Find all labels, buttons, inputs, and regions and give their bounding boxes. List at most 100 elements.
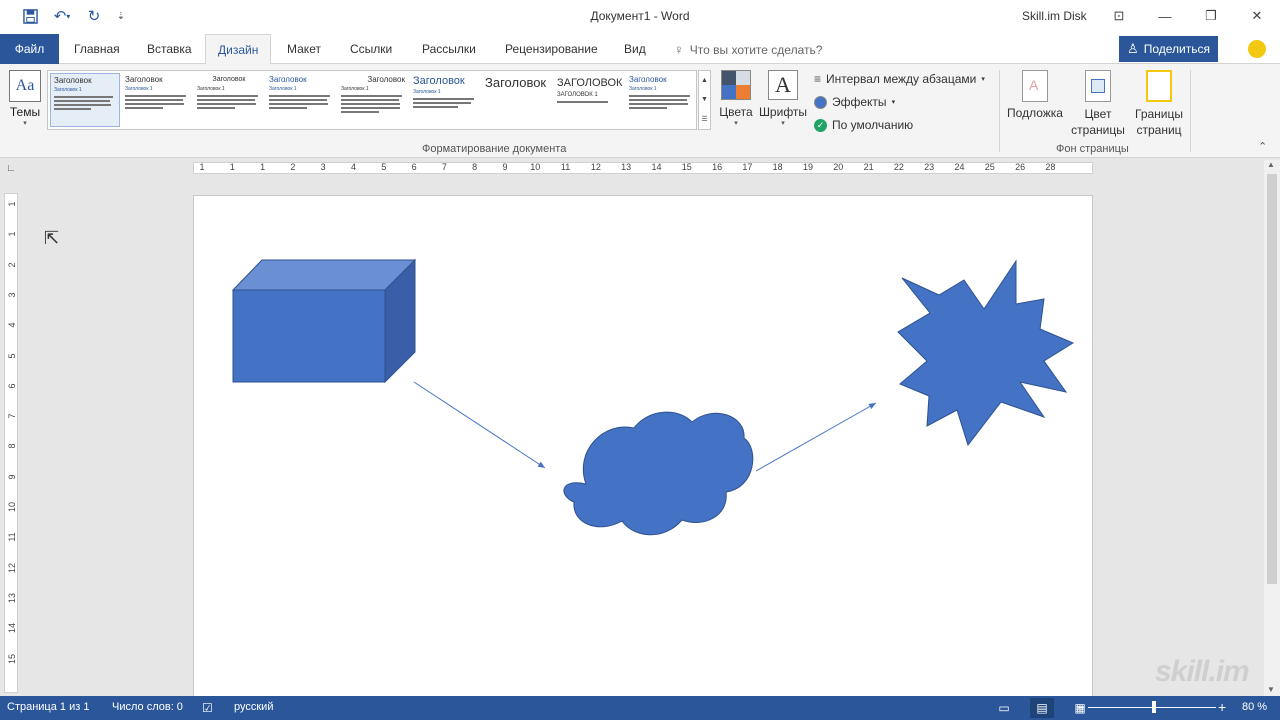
ruler-number: 13 (7, 592, 17, 603)
close-icon[interactable]: ✕ (1234, 0, 1280, 32)
explosion-shape[interactable] (897, 259, 1075, 447)
effects-button[interactable]: Эффекты ▾ (814, 93, 895, 111)
paragraph-spacing-button[interactable]: ≡ Интервал между абзацами ▾ (814, 70, 985, 88)
page-borders-button[interactable]: Границы страниц (1132, 70, 1186, 138)
tab-insert[interactable]: Вставка (147, 34, 192, 64)
style-set-item[interactable]: Заголовок Заголовок 1 (338, 73, 408, 127)
zoom-in-icon[interactable]: + (1218, 699, 1226, 715)
themes-label: Темы (9, 105, 41, 119)
style-set-preview-lines (125, 95, 189, 109)
connector-arrow[interactable] (755, 402, 877, 472)
gallery-scroll[interactable]: ▲ ▼ ☰ (698, 70, 711, 130)
ruler-number: 3 (7, 292, 17, 298)
style-set-item[interactable]: Заголовок Заголовок 1 (626, 73, 696, 127)
scroll-up-icon[interactable]: ▲ (1267, 160, 1275, 169)
tell-me-box[interactable]: ♀ Что вы хотите сделать? (674, 42, 822, 57)
checkmark-icon: ✓ (814, 118, 827, 132)
style-set-subheading: Заголовок 1 (413, 89, 441, 95)
feedback-smiley-icon[interactable] (1248, 40, 1266, 58)
ruler-number: 23 (924, 162, 935, 172)
tab-file[interactable]: Файл (0, 34, 59, 64)
cube-shape[interactable] (231, 258, 417, 384)
watermark-button[interactable]: A Подложка (1004, 70, 1066, 120)
vertical-ruler[interactable]: 1 1 2 3 4 5 6 7 8 9 10 11 12 13 14 15 (4, 193, 18, 693)
cloud-shape[interactable] (563, 411, 754, 536)
scroll-down-icon[interactable]: ▼ (1267, 685, 1275, 694)
style-set-preview-lines (341, 95, 405, 113)
fonts-button[interactable]: A Шрифты ▾ (758, 70, 808, 127)
customize-qat-icon[interactable]: ⇣ (114, 6, 128, 26)
fonts-label: Шрифты (758, 105, 808, 119)
tab-home[interactable]: Главная (74, 34, 120, 64)
save-icon[interactable] (20, 6, 40, 26)
color-swatch (722, 85, 736, 99)
colors-label: Цвета (719, 105, 753, 119)
tab-review[interactable]: Рецензирование (505, 34, 598, 64)
style-set-item[interactable]: Заголовок Заголовок 1 (122, 73, 192, 127)
style-set-item[interactable]: Заголовок Заголовок 1 (266, 73, 336, 127)
colors-button[interactable]: Цвета ▾ (718, 70, 754, 127)
style-set-subheading: Заголовок 1 (629, 86, 657, 92)
ruler-number: 12 (7, 562, 17, 573)
mouse-cursor-icon: ⇱ (44, 228, 60, 248)
tab-mailings[interactable]: Рассылки (422, 34, 476, 64)
ruler-number: 22 (893, 162, 904, 172)
tell-me-placeholder: Что вы хотите сделать? (689, 42, 823, 57)
page-color-button[interactable]: Цвет страницы (1066, 70, 1130, 138)
ruler-number: 15 (681, 162, 692, 172)
lightbulb-icon: ♀ (674, 42, 684, 57)
scrollbar-thumb[interactable] (1267, 174, 1277, 584)
tab-selector-icon[interactable]: ∟ (4, 162, 18, 176)
zoom-out-icon[interactable]: − (1077, 699, 1085, 715)
tab-view[interactable]: Вид (624, 34, 646, 64)
style-set-item[interactable]: Заголовок Заголовок 1 (194, 73, 264, 127)
watermark-label: Подложка (1007, 106, 1063, 120)
vertical-scrollbar[interactable]: ▲ ▼ (1264, 160, 1280, 696)
zoom-slider-thumb[interactable] (1152, 701, 1156, 713)
collapse-ribbon-icon[interactable]: ⌃ (1258, 140, 1267, 153)
style-set-item[interactable]: Заголовок Заголовок 1 (50, 73, 120, 127)
connector-arrow[interactable] (413, 381, 546, 469)
ruler-number: 28 (1045, 162, 1056, 172)
ruler-number: 1 (7, 201, 17, 207)
style-set-preview-lines (557, 101, 621, 103)
print-layout-icon[interactable]: ▤ (1030, 698, 1054, 718)
set-default-button[interactable]: ✓ По умолчанию (814, 116, 913, 134)
style-set-item[interactable]: Заголовок Заголовок 1 (410, 73, 480, 127)
ribbon-display-options-icon[interactable]: ⊡ (1096, 0, 1142, 32)
style-set-preview-lines (197, 95, 261, 109)
share-label: Поделиться (1143, 42, 1210, 56)
ruler-number: 10 (7, 502, 17, 513)
ruler-number: 1 (260, 162, 266, 172)
page-borders-icon (1146, 70, 1172, 102)
gallery-up-icon[interactable]: ▲ (701, 77, 708, 84)
tab-references[interactable]: Ссылки (350, 34, 392, 64)
style-set-item[interactable]: ЗАГОЛОВОК ЗАГОЛОВОК 1 (554, 73, 624, 127)
zoom-level[interactable]: 80 % (1242, 701, 1267, 713)
style-set-preview-lines (629, 95, 693, 109)
restore-icon[interactable]: ❐ (1188, 0, 1234, 32)
minimize-icon[interactable]: — (1142, 0, 1188, 32)
document-page[interactable] (193, 195, 1093, 705)
cube-front-face (232, 289, 386, 383)
tab-design[interactable]: Дизайн (205, 34, 272, 65)
style-set-item[interactable]: Заголовок (482, 73, 552, 127)
read-mode-icon[interactable]: ▭ (992, 698, 1016, 718)
themes-button[interactable]: Aa Темы ▾ (6, 70, 44, 140)
language-label[interactable]: русский (234, 701, 273, 713)
word-count[interactable]: Число слов: 0 (112, 701, 183, 713)
redo-icon[interactable]: ↻ (84, 6, 104, 26)
undo-icon[interactable]: ↶ ▾ (48, 6, 76, 26)
tab-layout[interactable]: Макет (287, 34, 321, 64)
fonts-icon: A (768, 70, 798, 100)
gallery-more-icon[interactable]: ☰ (701, 115, 707, 123)
ruler-number: 7 (7, 413, 17, 419)
account-label[interactable]: Skill.im Disk (1022, 9, 1087, 23)
style-set-preview-lines (269, 95, 333, 109)
page-count[interactable]: Страница 1 из 1 (7, 701, 89, 713)
page-color-label: Цвет страницы (1071, 107, 1125, 137)
gallery-down-icon[interactable]: ▼ (701, 96, 708, 103)
horizontal-ruler[interactable]: 1 1 1 2 3 4 5 6 7 8 9 10 11 12 13 14 15 16 17 18 19 20 21 22 23 2… (193, 162, 1093, 174)
share-button[interactable]: ♙ Поделиться (1119, 36, 1218, 62)
proofing-icon[interactable]: ☑ (202, 701, 213, 715)
